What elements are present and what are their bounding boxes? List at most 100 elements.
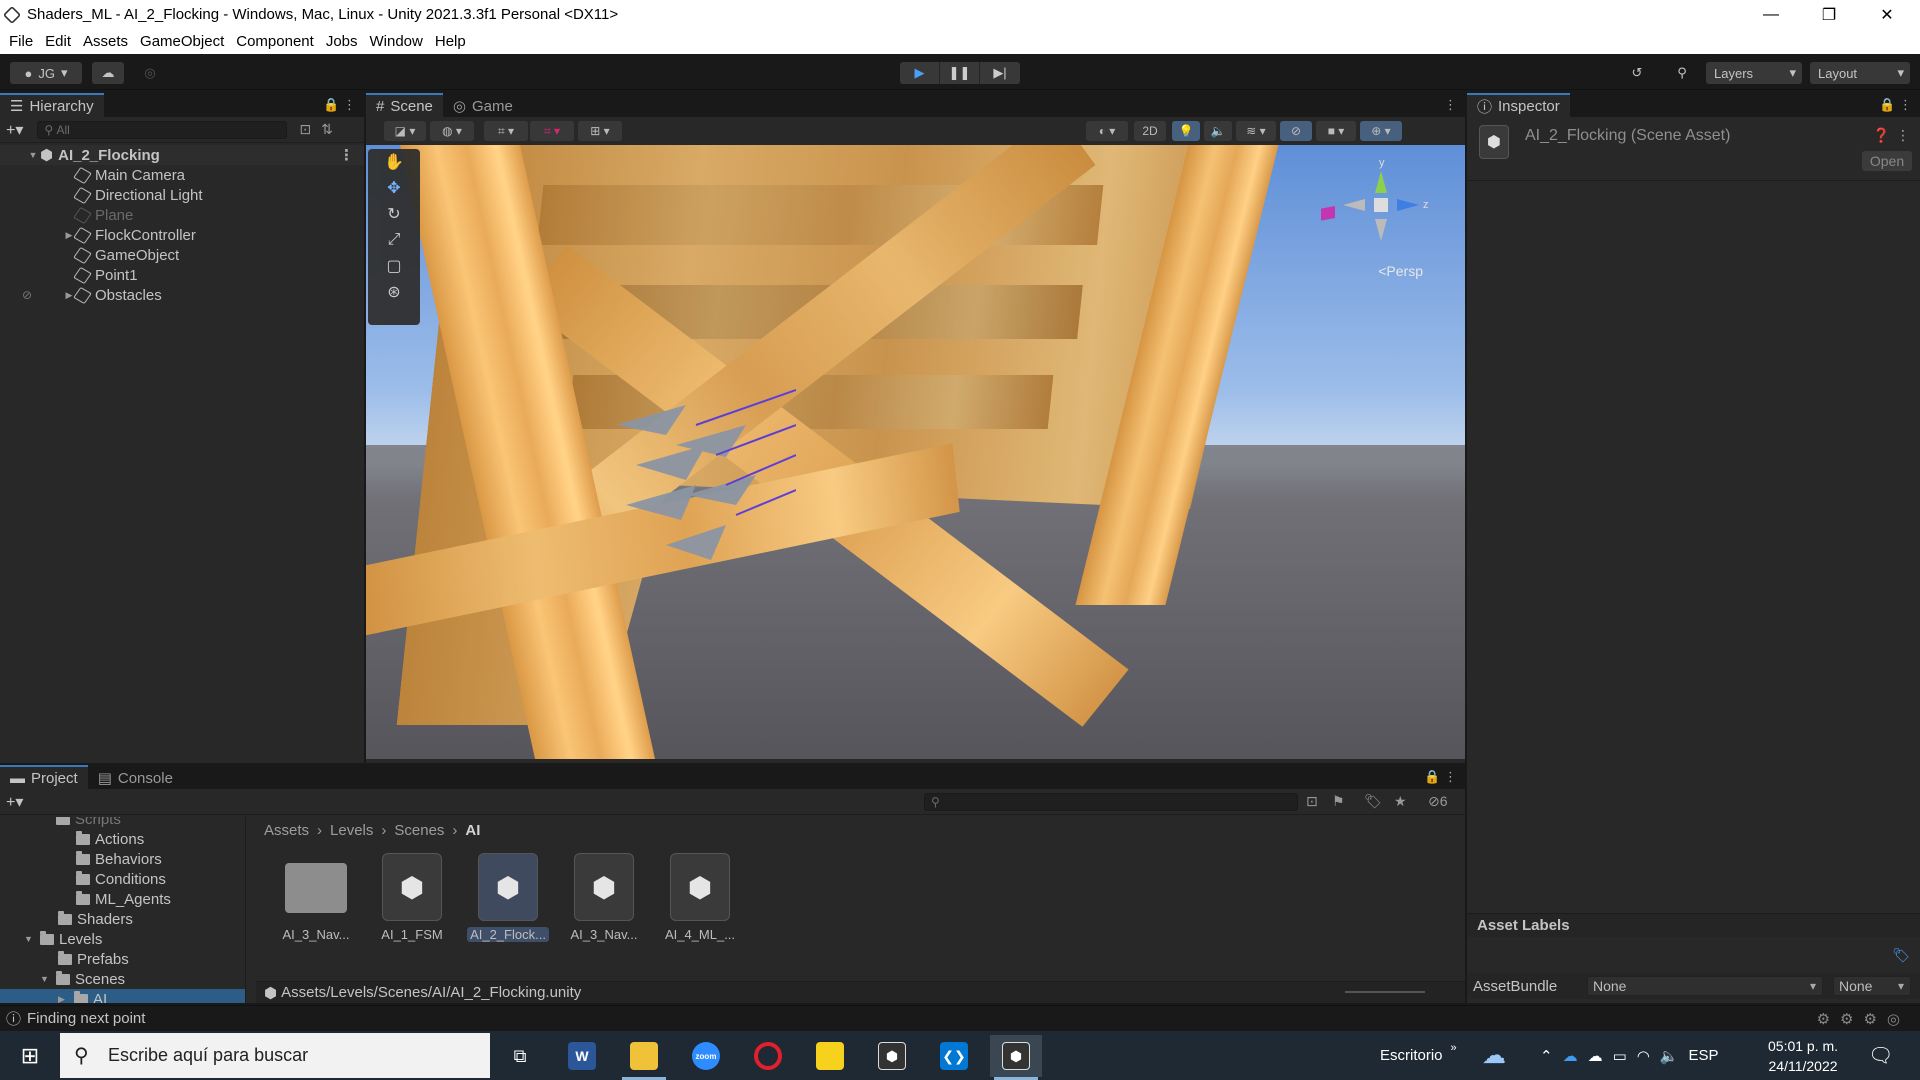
taskbar-word[interactable]: W	[556, 1035, 608, 1077]
close-button[interactable]: ✕	[1858, 0, 1916, 29]
audio-toggle[interactable]: 🔈	[1204, 121, 1232, 141]
chevron-down-icon[interactable]: ▼	[40, 974, 56, 984]
chevron-down-icon[interactable]: ▼	[24, 934, 40, 944]
folder-item-behaviors[interactable]: Behaviors	[0, 849, 245, 869]
hierarchy-item-plane[interactable]: Plane	[0, 205, 364, 225]
folder-item-scenes[interactable]: ▼ Scenes	[0, 969, 245, 989]
menu-window[interactable]: Window	[364, 33, 429, 50]
rect-tool-icon[interactable]: ▢	[368, 253, 420, 279]
status-icons[interactable]: ⚙⚙⚙◎	[1817, 1010, 1910, 1028]
filter-icon[interactable]: ⚑	[1332, 793, 1345, 810]
language-indicator[interactable]: ESP	[1689, 1047, 1719, 1064]
menu-assets[interactable]: Assets	[77, 33, 134, 50]
menu-file[interactable]: File	[3, 33, 39, 50]
asset-tile-scene-selected[interactable]: ⬢ AI_2_Flock...	[467, 853, 549, 953]
hierarchy-item-obstacles[interactable]: ⊘ ▶ Obstacles	[0, 285, 364, 305]
notifications-button[interactable]: 🗨	[1868, 1031, 1893, 1080]
task-view-button[interactable]: ⧉	[494, 1035, 546, 1077]
2d-toggle[interactable]: 2D	[1134, 121, 1166, 141]
effects-dropdown[interactable]: ≋ ▾	[1236, 121, 1276, 141]
pause-button[interactable]: ❚❚	[940, 62, 980, 84]
account-dropdown[interactable]: ● JG ▾	[10, 62, 82, 84]
kebab-menu-icon[interactable]: ⋮	[339, 146, 354, 164]
wifi-icon[interactable]: ◠	[1637, 1047, 1650, 1065]
tag-icon[interactable]: 🏷	[1892, 947, 1910, 964]
variant-dropdown[interactable]: None	[1833, 976, 1911, 996]
persp-label[interactable]: <Persp	[1378, 263, 1423, 279]
breadcrumb-ai[interactable]: AI	[465, 822, 480, 839]
asset-tile-scene[interactable]: ⬢ AI_1_FSM	[372, 853, 452, 953]
hidden-packages-icon[interactable]: ⊘6	[1428, 793, 1448, 810]
taskbar-search-input[interactable]: ⚲ Escribe aquí para buscar	[60, 1033, 490, 1078]
folder-item-shaders[interactable]: Shaders	[0, 909, 245, 929]
menu-jobs[interactable]: Jobs	[320, 33, 364, 50]
minimize-button[interactable]: —	[1742, 0, 1800, 29]
search-by-type-icon[interactable]: ⊡	[1306, 793, 1318, 810]
folder-item-conditions[interactable]: Conditions	[0, 869, 245, 889]
menu-edit[interactable]: Edit	[39, 33, 77, 50]
breadcrumb-assets[interactable]: Assets	[264, 822, 309, 839]
undo-history-button[interactable]: ↺	[1620, 62, 1654, 84]
step-button[interactable]: ▶|	[980, 62, 1020, 84]
status-message[interactable]: Finding next point	[27, 1010, 145, 1027]
add-icon[interactable]: +▾	[6, 120, 23, 140]
align-toggle[interactable]: ⊞ ▾	[578, 121, 622, 141]
draw-mode-dropdown[interactable]: ◪ ▾	[384, 121, 426, 141]
open-button[interactable]: Open	[1862, 151, 1912, 171]
tab-scene[interactable]: # Scene	[366, 93, 443, 117]
asset-tile-folder[interactable]: AI_3_Nav...	[276, 853, 356, 953]
folder-item-levels[interactable]: ▼ Levels	[0, 929, 245, 949]
search-button[interactable]: ⚲	[1666, 62, 1698, 84]
chevron-down-icon[interactable]: ▼	[26, 150, 40, 160]
hierarchy-item-main-camera[interactable]: Main Camera	[0, 165, 364, 185]
lighting-toggle[interactable]: 💡	[1172, 121, 1200, 141]
sort-icon[interactable]: ⇅	[321, 121, 333, 138]
scene-root-row[interactable]: ▼ ⬢ AI_2_Flocking ⋮	[0, 145, 364, 165]
onedrive-tray[interactable]: ☁	[1482, 1031, 1506, 1080]
play-button[interactable]: ▶	[900, 62, 940, 84]
favorite-star-icon[interactable]: ★	[1394, 793, 1407, 810]
desktop-toolbar[interactable]: Escritorio »	[1380, 1031, 1457, 1080]
folder-item-ml-agents[interactable]: ML_Agents	[0, 889, 245, 909]
label-icon[interactable]: 🏷	[1364, 793, 1382, 810]
battery-icon[interactable]: ▭	[1613, 1047, 1627, 1065]
hierarchy-item-point1[interactable]: Point1	[0, 265, 364, 285]
panel-menu-icon[interactable]: 🔒 ⋮	[323, 97, 356, 113]
folder-item-prefabs[interactable]: Prefabs	[0, 949, 245, 969]
move-tool-icon[interactable]: ✥	[368, 175, 420, 201]
menu-help[interactable]: Help	[429, 33, 472, 50]
tab-project[interactable]: ▬ Project	[0, 765, 88, 789]
scene-visibility-icon[interactable]: ⊡	[299, 121, 311, 138]
layers-dropdown[interactable]: Layers ▾	[1706, 62, 1802, 84]
folder-item-ai[interactable]: ▶ AI	[0, 989, 245, 1003]
increment-snap-toggle[interactable]: ⌗ ▾	[530, 121, 574, 141]
hierarchy-item-directional-light[interactable]: Directional Light	[0, 185, 364, 205]
menu-component[interactable]: Component	[230, 33, 320, 50]
folder-item-actions[interactable]: Actions	[0, 829, 245, 849]
global-toggle[interactable]: ◍ ▾	[430, 121, 474, 141]
taskbar-unity[interactable]: ⬢	[990, 1035, 1042, 1080]
taskbar-opera[interactable]	[742, 1035, 794, 1077]
transform-tool-icon[interactable]: ⊛	[368, 279, 420, 305]
help-icon[interactable]: ❓	[1873, 127, 1890, 144]
tab-inspector[interactable]: ⓘ Inspector	[1467, 93, 1570, 117]
panel-menu-icon[interactable]: 🔒 ⋮	[1424, 769, 1457, 785]
grid-snap-toggle[interactable]: ⌗ ▾	[484, 121, 528, 141]
tab-game[interactable]: ◎ Game	[442, 93, 523, 117]
layout-dropdown[interactable]: Layout ▾	[1810, 62, 1910, 84]
breadcrumb-levels[interactable]: Levels	[330, 822, 373, 839]
scale-tool-icon[interactable]: ⤢	[368, 227, 420, 253]
start-button[interactable]: ⊞	[4, 1035, 56, 1077]
cloud-icon[interactable]: ☁	[1588, 1047, 1603, 1065]
cloud-button[interactable]: ☁	[92, 62, 124, 84]
hierarchy-search-input[interactable]: ⚲ All	[37, 120, 288, 139]
asset-tile-scene[interactable]: ⬢ AI_3_Nav...	[564, 853, 644, 953]
folder-item-scripts[interactable]: Scripts	[0, 817, 245, 829]
tab-hierarchy[interactable]: ☰ Hierarchy	[0, 93, 104, 117]
gizmos-dropdown[interactable]: ⊕ ▾	[1360, 121, 1402, 141]
taskbar-sticky-notes[interactable]	[804, 1035, 856, 1077]
rotate-tool-icon[interactable]: ↻	[368, 201, 420, 227]
taskbar-unity-hub[interactable]: ⬢	[866, 1035, 918, 1077]
scene-viewport[interactable]: ✋ ✥ ↻ ⤢ ▢ ⊛ y z <Persp	[366, 145, 1465, 759]
camera-dropdown[interactable]: ■ ▾	[1316, 121, 1356, 141]
